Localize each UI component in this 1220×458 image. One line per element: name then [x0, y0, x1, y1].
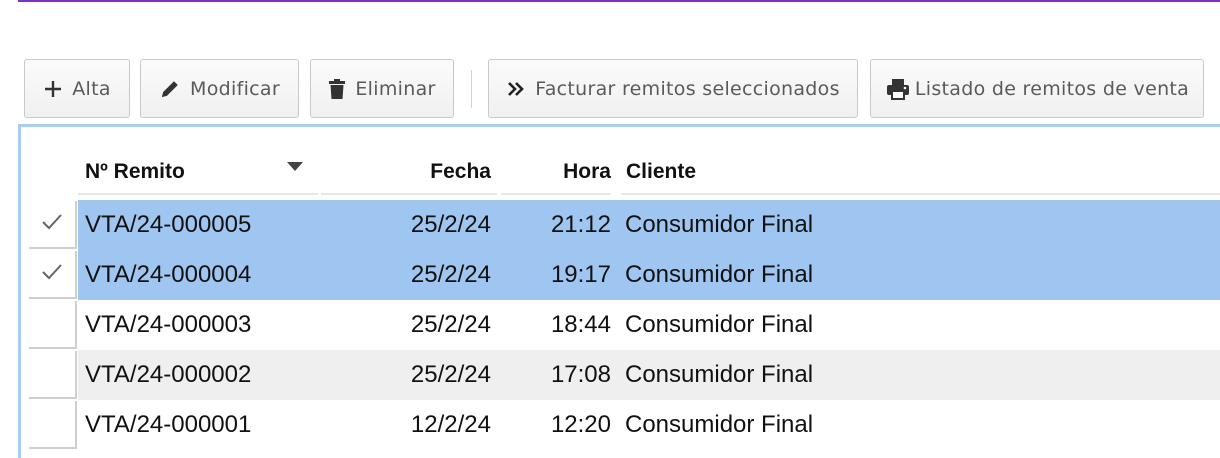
sort-descending-icon[interactable] — [287, 162, 303, 171]
cell-hora: 17:08 — [550, 361, 611, 388]
column-header-cliente[interactable]: Cliente — [626, 160, 696, 184]
cell-hora: 21:12 — [550, 211, 611, 238]
row-checkbox[interactable] — [29, 301, 77, 349]
row-checkbox[interactable] — [29, 251, 77, 299]
cell-numero: VTA/24-000002 — [85, 361, 252, 388]
header-divider — [321, 193, 497, 195]
cell-numero: VTA/24-000004 — [85, 261, 252, 288]
cell-cliente: Consumidor Final — [625, 211, 814, 238]
column-header-hora[interactable]: Hora — [511, 160, 611, 184]
cell-fecha: 25/2/24 — [410, 361, 491, 388]
cell-fecha: 12/2/24 — [410, 411, 491, 438]
cell-numero: VTA/24-000003 — [85, 311, 252, 338]
eliminar-label: Eliminar — [355, 77, 436, 100]
cell-cliente: Consumidor Final — [625, 361, 814, 388]
cell-fecha: 25/2/24 — [410, 261, 491, 288]
toolbar: Alta Modificar Eliminar Facturar remitos… — [0, 0, 1220, 124]
header-divider — [621, 193, 1220, 195]
column-header-numero[interactable]: Nº Remito — [85, 160, 185, 184]
cell-numero: VTA/24-000005 — [85, 211, 252, 238]
alta-label: Alta — [72, 77, 111, 100]
alta-button[interactable]: Alta — [24, 59, 130, 118]
checkmark-icon — [41, 213, 63, 236]
table-row[interactable]: VTA/24-000002 25/2/24 17:08 Consumidor F… — [21, 350, 1220, 400]
row-checkbox[interactable] — [29, 401, 77, 449]
facturar-label: Facturar remitos seleccionados — [535, 77, 840, 100]
modificar-button[interactable]: Modificar — [140, 59, 299, 118]
table-row[interactable]: VTA/24-000001 12/2/24 12:20 Consumidor F… — [21, 400, 1220, 450]
table-header: Nº Remito Fecha Hora Cliente — [21, 127, 1220, 200]
table-row[interactable]: VTA/24-000004 25/2/24 19:17 Consumidor F… — [21, 250, 1220, 300]
cell-cliente: Consumidor Final — [625, 411, 814, 438]
cell-cliente: Consumidor Final — [625, 311, 814, 338]
remitos-page: Alta Modificar Eliminar Facturar remitos… — [0, 0, 1220, 458]
checkmark-icon — [41, 263, 63, 286]
cell-hora: 19:17 — [550, 261, 611, 288]
remitos-table: Nº Remito Fecha Hora Cliente VTA/24-0000… — [18, 124, 1220, 458]
eliminar-button[interactable]: Eliminar — [310, 59, 454, 118]
cell-hora: 12:20 — [550, 411, 611, 438]
trash-icon — [328, 78, 346, 100]
row-checkbox[interactable] — [29, 201, 77, 249]
header-divider — [78, 193, 318, 195]
toolbar-separator — [471, 70, 472, 108]
printer-icon — [885, 77, 911, 101]
cell-fecha: 25/2/24 — [410, 311, 491, 338]
header-divider — [501, 193, 611, 195]
modificar-label: Modificar — [190, 77, 280, 100]
cell-cliente: Consumidor Final — [625, 261, 814, 288]
double-chevron-right-icon — [506, 80, 526, 98]
cell-numero: VTA/24-000001 — [85, 411, 252, 438]
plus-icon — [43, 79, 63, 99]
listado-button[interactable]: Listado de remitos de venta — [870, 59, 1204, 118]
row-checkbox[interactable] — [29, 351, 77, 399]
column-header-fecha[interactable]: Fecha — [361, 160, 491, 184]
table-row[interactable]: VTA/24-000005 25/2/24 21:12 Consumidor F… — [21, 200, 1220, 250]
facturar-button[interactable]: Facturar remitos seleccionados — [488, 59, 858, 118]
listado-label: Listado de remitos de venta — [914, 77, 1190, 100]
pencil-icon — [159, 78, 181, 100]
cell-fecha: 25/2/24 — [410, 211, 491, 238]
table-row[interactable]: VTA/24-000003 25/2/24 18:44 Consumidor F… — [21, 300, 1220, 350]
cell-hora: 18:44 — [550, 311, 611, 338]
